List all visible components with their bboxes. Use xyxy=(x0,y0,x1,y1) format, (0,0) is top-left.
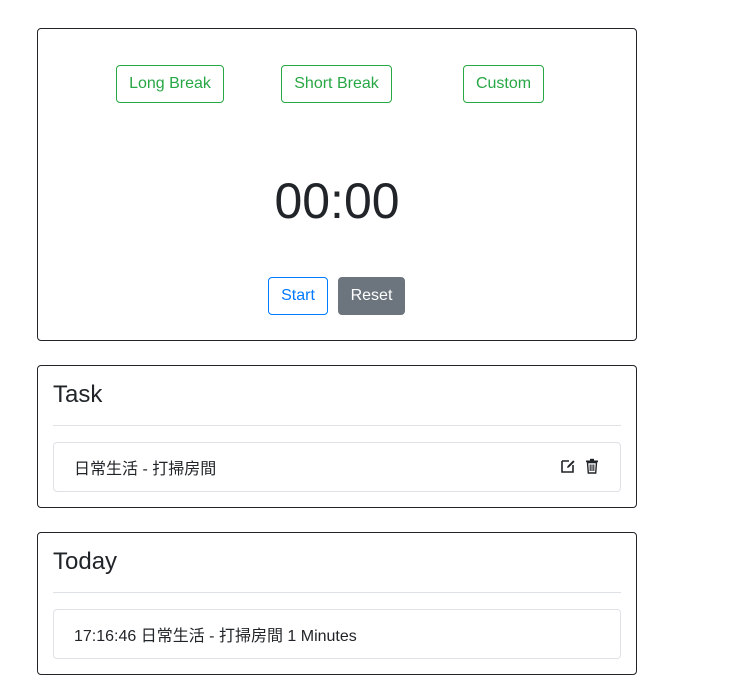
reset-button[interactable]: Reset xyxy=(338,277,405,315)
task-list-item: 日常生活 - 打掃房間 xyxy=(53,442,621,492)
timer-display: 00:00 xyxy=(274,173,400,229)
today-title: Today xyxy=(53,548,118,575)
task-divider xyxy=(53,425,621,426)
long-break-button[interactable]: Long Break xyxy=(116,65,224,103)
today-item-text: 17:16:46 日常生活 - 打掃房間 1 Minutes xyxy=(74,628,357,645)
task-title: Task xyxy=(53,381,103,408)
today-divider xyxy=(53,592,621,593)
today-list-item: 17:16:46 日常生活 - 打掃房間 1 Minutes xyxy=(53,609,621,659)
task-item-actions xyxy=(560,457,600,475)
timer-card: Long Break Short Break Custom 00:00 Star… xyxy=(37,28,637,341)
edit-icon[interactable] xyxy=(560,457,576,475)
task-card: Task 日常生活 - 打掃房間 xyxy=(37,365,637,508)
short-break-button[interactable]: Short Break xyxy=(281,65,392,103)
task-item-text: 日常生活 - 打掃房間 xyxy=(74,461,217,478)
trash-icon[interactable] xyxy=(584,457,600,475)
start-button[interactable]: Start xyxy=(268,277,328,315)
custom-button[interactable]: Custom xyxy=(463,65,544,103)
today-card: Today 17:16:46 日常生活 - 打掃房間 1 Minutes xyxy=(37,532,637,675)
